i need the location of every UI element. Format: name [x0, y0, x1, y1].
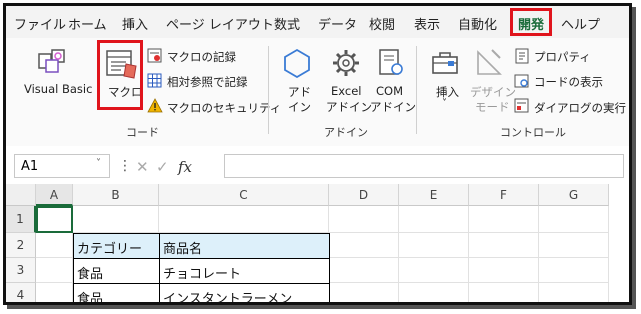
macro-highlight	[97, 40, 143, 110]
cell-b4[interactable]: 食品	[73, 283, 160, 302]
tab-automate[interactable]: 自動化	[458, 14, 497, 33]
name-box-chevron-down-icon[interactable]: ˅	[96, 158, 101, 169]
tab-insert[interactable]: 挿入	[122, 14, 148, 33]
column-header-g[interactable]: G	[539, 184, 609, 206]
insert-function-icon[interactable]: fx	[178, 158, 192, 176]
tab-data[interactable]: データ	[318, 14, 357, 33]
addins-label-line2: イン	[288, 100, 311, 114]
cell-g2[interactable]	[539, 233, 609, 258]
run-dialog-icon	[514, 98, 529, 113]
excel-addins-label-line1: Excel	[331, 84, 362, 98]
gear-icon	[333, 50, 359, 76]
cell-b3[interactable]: 食品	[73, 258, 160, 284]
ribbon-tabs: ファイル ホーム 挿入 ページ レイアウト 数式 データ 校閲 表示 自動化 開…	[6, 6, 629, 38]
excel-addins-label-line2: アドイン	[326, 100, 372, 114]
relative-ref-label: 相対参照で記録	[167, 75, 248, 89]
design-mode-icon	[477, 49, 502, 75]
visual-basic-label: Visual Basic	[24, 82, 93, 96]
cell-f4[interactable]	[469, 283, 539, 302]
design-mode-label-line1: デザイン	[470, 85, 516, 99]
controls-group-label: コントロール	[500, 126, 566, 139]
tab-file[interactable]: ファイル	[14, 14, 66, 33]
cell-d4[interactable]	[330, 283, 399, 302]
relative-ref-icon	[147, 73, 162, 88]
cell-c3[interactable]: チョコレート	[159, 258, 330, 284]
cell-e1[interactable]	[399, 206, 469, 233]
excel-window: ファイル ホーム 挿入 ページ レイアウト 数式 データ 校閲 表示 自動化 開…	[3, 3, 632, 305]
cell-e4[interactable]	[399, 283, 469, 302]
row-header-3[interactable]: 3	[6, 258, 36, 283]
tab-review[interactable]: 校閲	[369, 14, 395, 33]
row-header-1[interactable]: 1	[6, 206, 36, 233]
cell-d1[interactable]	[329, 206, 399, 233]
group-divider	[268, 46, 269, 134]
select-all-corner[interactable]	[6, 184, 36, 206]
cell-a4[interactable]	[36, 283, 73, 302]
column-header-f[interactable]: F	[469, 184, 539, 206]
formula-input[interactable]	[224, 154, 624, 178]
column-header-d[interactable]: D	[329, 184, 399, 206]
cell-f3[interactable]	[469, 258, 539, 283]
cell-g4[interactable]	[539, 283, 609, 302]
row-header-2[interactable]: 2	[6, 233, 36, 258]
cell-e3[interactable]	[399, 258, 469, 283]
chevron-down-icon: ˅	[442, 98, 447, 109]
more-options-icon: ⋮	[118, 158, 132, 174]
cell-c1[interactable]	[159, 206, 329, 233]
column-header-a[interactable]: A	[36, 184, 73, 206]
cell-a3[interactable]	[36, 258, 73, 283]
row-header-4[interactable]: 4	[6, 283, 36, 302]
cell-d3[interactable]	[330, 258, 399, 283]
com-addins-icon	[379, 49, 403, 75]
cell-a1-selected[interactable]	[36, 206, 73, 233]
view-code-icon	[514, 74, 529, 88]
cell-a2[interactable]	[36, 233, 73, 258]
cell-b1[interactable]	[73, 206, 159, 233]
ribbon: Visual Basic マクロ マクロの記録 相対参照で記録 マクロのセキュリ…	[6, 38, 629, 147]
view-code-label: コードの表示	[534, 75, 603, 89]
cell-b2[interactable]: カテゴリー	[73, 233, 160, 259]
column-header-b[interactable]: B	[73, 184, 159, 206]
addins-icon	[284, 48, 310, 78]
cell-e2[interactable]	[399, 233, 469, 258]
addins-label-line1: アド	[288, 85, 311, 99]
cell-c4[interactable]: インスタントラーメン	[159, 283, 330, 302]
warning-icon	[147, 98, 163, 113]
tab-page-layout[interactable]: ページ レイアウト	[166, 14, 274, 33]
record-macro-icon	[147, 48, 162, 63]
insert-control-label: 挿入	[436, 85, 459, 99]
tab-view[interactable]: 表示	[414, 14, 440, 33]
macro-security-label: マクロのセキュリティ	[167, 101, 282, 115]
cell-d2[interactable]	[330, 233, 399, 258]
tab-help[interactable]: ヘルプ	[561, 14, 600, 33]
tab-formulas[interactable]: 数式	[274, 14, 300, 33]
toolbox-icon	[432, 52, 458, 74]
visual-basic-icon	[38, 49, 65, 73]
column-header-c[interactable]: C	[159, 184, 329, 206]
record-macro-label: マクロの記録	[167, 50, 236, 64]
com-addins-label-line2: アドイン	[370, 100, 416, 114]
group-divider	[416, 46, 417, 134]
properties-icon	[515, 48, 529, 64]
properties-label: プロパティ	[534, 50, 591, 64]
run-dialog-label: ダイアログの実行	[534, 101, 626, 115]
cell-f2[interactable]	[469, 233, 539, 258]
addins-group-label: アドイン	[324, 126, 368, 139]
worksheet-grid: A B C D E F G 1 2 3 4 カテゴリー 商品名 食品 チョコレー…	[6, 184, 629, 302]
code-group-label: コード	[126, 126, 159, 139]
cell-c2[interactable]: 商品名	[159, 233, 330, 259]
com-addins-label-line1: COM	[376, 84, 404, 98]
column-header-e[interactable]: E	[399, 184, 469, 206]
name-box-value: A1	[21, 159, 39, 174]
tab-home[interactable]: ホーム	[68, 14, 107, 33]
cell-f1[interactable]	[469, 206, 539, 233]
formula-bar: A1 ˅ ⋮ ✕ ✓ fx	[6, 146, 629, 182]
cell-g3[interactable]	[539, 258, 609, 283]
design-mode-label-line2: モード	[475, 100, 510, 114]
developer-tab-highlight	[510, 8, 552, 36]
cancel-icon[interactable]: ✕	[136, 158, 149, 176]
check-icon[interactable]: ✓	[156, 158, 169, 176]
cell-g1[interactable]	[539, 206, 609, 233]
